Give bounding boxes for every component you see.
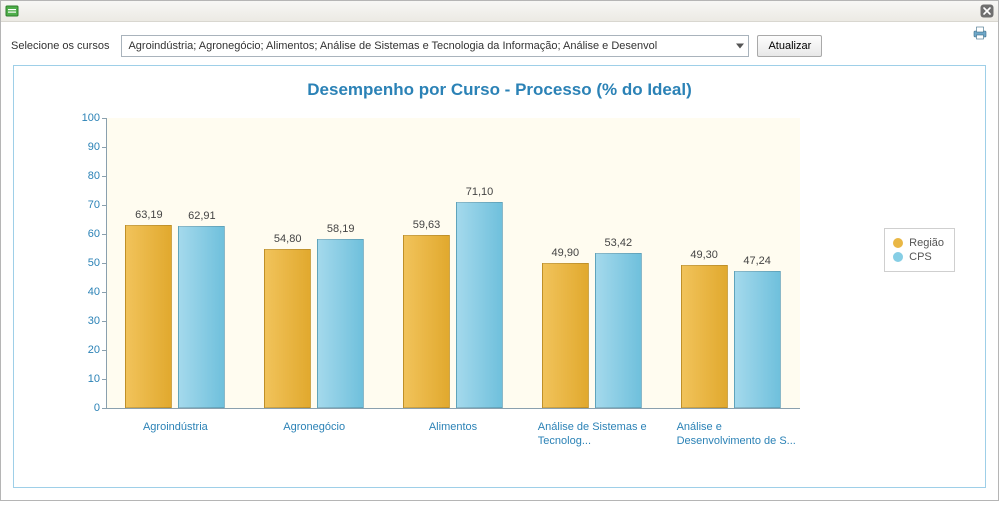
y-tick-mark xyxy=(102,263,106,264)
legend-label-regiao: Região xyxy=(909,237,944,249)
y-tick-label: 90 xyxy=(66,141,100,153)
y-tick-mark xyxy=(102,205,106,206)
update-button[interactable]: Atualizar xyxy=(757,35,822,57)
course-select-value: Agroindústria; Agronegócio; Alimentos; A… xyxy=(128,40,657,52)
category-label: Agroindústria xyxy=(115,420,235,434)
y-tick-mark xyxy=(102,350,106,351)
chevron-down-icon xyxy=(736,44,744,49)
course-select-label: Selecione os cursos xyxy=(11,40,109,52)
chart-legend: Região CPS xyxy=(884,228,955,272)
bar-value-label: 59,63 xyxy=(397,219,457,231)
bar-cps xyxy=(317,239,364,408)
bar-cps xyxy=(595,253,642,408)
toolbar: Selecione os cursos Agroindústria; Agron… xyxy=(1,29,998,63)
plot-area xyxy=(106,118,800,408)
bar-value-label: 49,30 xyxy=(674,249,734,261)
app-window: Selecione os cursos Agroindústria; Agron… xyxy=(0,0,999,501)
y-tick-label: 100 xyxy=(66,112,100,124)
y-tick-label: 50 xyxy=(66,257,100,269)
y-tick-mark xyxy=(102,292,106,293)
bar-value-label: 62,91 xyxy=(172,210,232,222)
bar-value-label: 58,19 xyxy=(311,223,371,235)
bar-value-label: 54,80 xyxy=(258,233,318,245)
y-tick-mark xyxy=(102,408,106,409)
y-tick-mark xyxy=(102,147,106,148)
bar-value-label: 53,42 xyxy=(588,237,648,249)
bar-value-label: 71,10 xyxy=(450,186,510,198)
legend-swatch-regiao xyxy=(893,238,903,248)
bar-regiao xyxy=(125,225,172,408)
y-tick-label: 80 xyxy=(66,170,100,182)
chart-body: Região CPS 0 10 20 30 40 50 60 70 80 90 100 63,1962… xyxy=(26,108,973,468)
app-icon xyxy=(5,4,19,18)
y-tick-label: 60 xyxy=(66,228,100,240)
y-tick-label: 70 xyxy=(66,199,100,211)
print-icon[interactable] xyxy=(972,25,988,41)
legend-label-cps: CPS xyxy=(909,251,932,263)
y-tick-label: 30 xyxy=(66,315,100,327)
bar-regiao xyxy=(403,235,450,408)
y-tick-label: 10 xyxy=(66,373,100,385)
y-tick-label: 20 xyxy=(66,344,100,356)
category-label: Alimentos xyxy=(393,420,513,434)
chart-title: Desempenho por Curso - Processo (% do Id… xyxy=(26,80,973,100)
bar-regiao xyxy=(681,265,728,408)
chart-panel: Desempenho por Curso - Processo (% do Id… xyxy=(13,65,986,488)
category-label: Análise de Sistemas e Tecnolog... xyxy=(538,420,666,448)
bar-cps xyxy=(178,226,225,408)
course-select[interactable]: Agroindústria; Agronegócio; Alimentos; A… xyxy=(121,35,749,57)
y-tick-mark xyxy=(102,234,106,235)
bar-cps xyxy=(734,271,781,408)
content-window: Selecione os cursos Agroindústria; Agron… xyxy=(1,22,998,488)
y-tick-mark xyxy=(102,118,106,119)
y-tick-mark xyxy=(102,379,106,380)
y-tick-mark xyxy=(102,321,106,322)
category-label: Agronegócio xyxy=(254,420,374,434)
y-tick-label: 0 xyxy=(66,402,100,414)
x-axis xyxy=(106,408,800,409)
bar-cps xyxy=(456,202,503,408)
close-icon[interactable] xyxy=(980,4,994,18)
legend-swatch-cps xyxy=(893,252,903,262)
bar-regiao xyxy=(264,249,311,408)
bar-regiao xyxy=(542,263,589,408)
content-titlebar xyxy=(1,22,998,29)
window-titlebar[interactable] xyxy=(1,1,998,22)
bar-value-label: 49,90 xyxy=(535,247,595,259)
y-tick-mark xyxy=(102,176,106,177)
legend-item-regiao: Região xyxy=(893,237,944,249)
y-tick-label: 40 xyxy=(66,286,100,298)
category-label: Análise e Desenvolvimento de S... xyxy=(677,420,805,448)
bar-value-label: 47,24 xyxy=(727,255,787,267)
bar-value-label: 63,19 xyxy=(119,209,179,221)
legend-item-cps: CPS xyxy=(893,251,944,263)
